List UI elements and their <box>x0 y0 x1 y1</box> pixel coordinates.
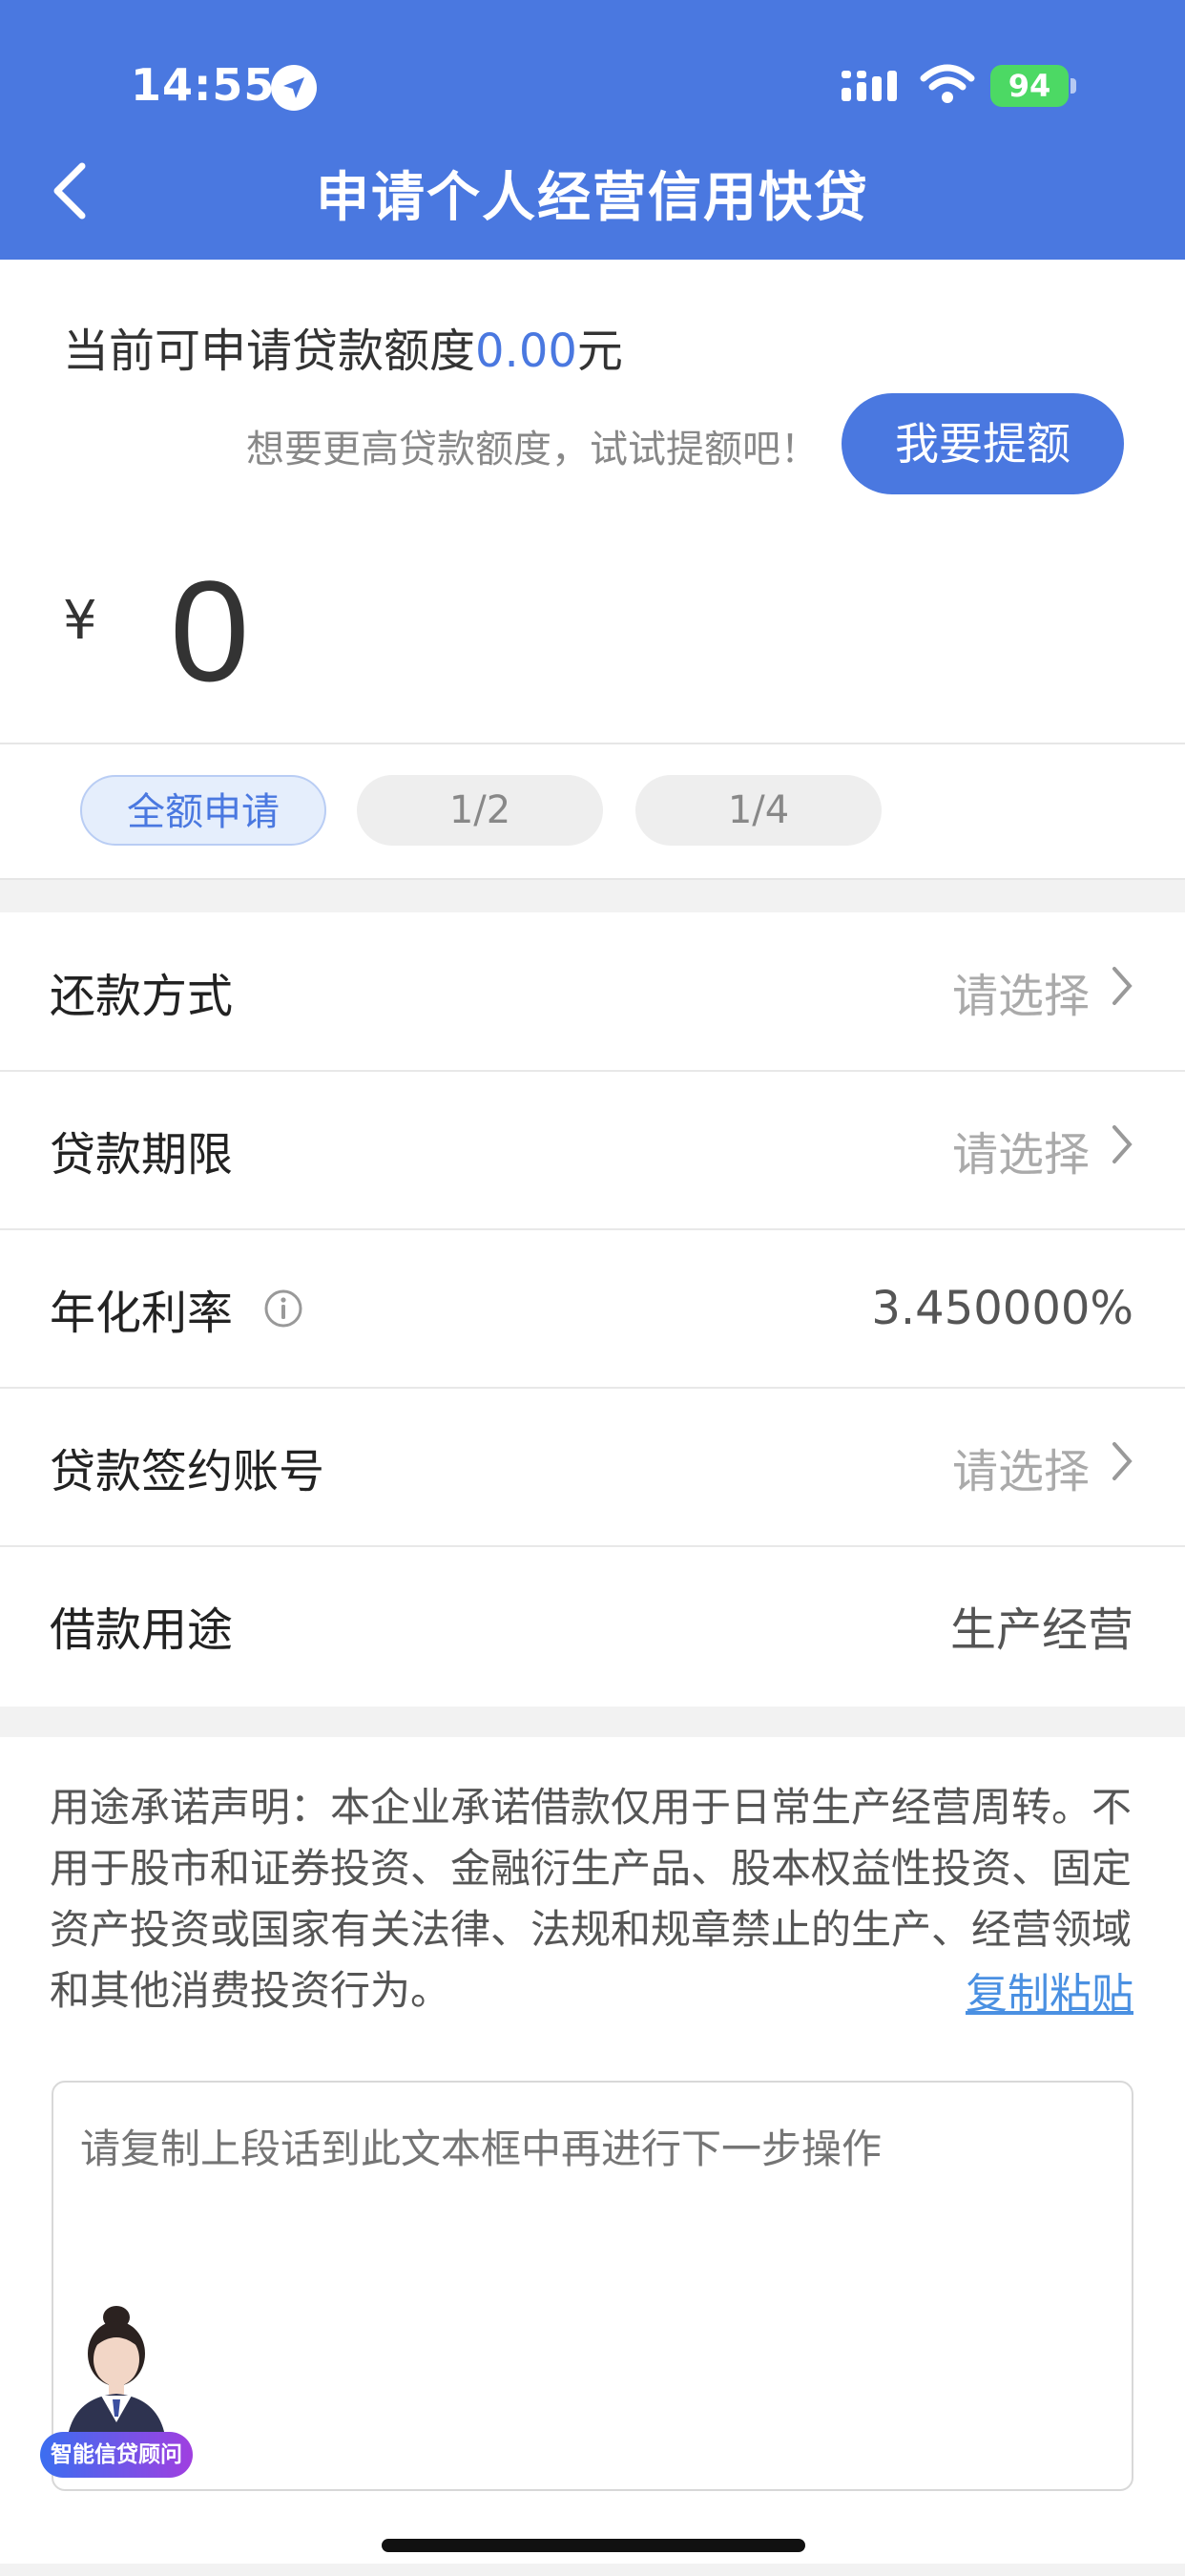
wifi-icon <box>920 63 975 109</box>
quota-amount: 0.00 <box>475 325 577 378</box>
page-title: 申请个人经营信用快贷 <box>316 167 869 229</box>
battery-level: 94 <box>990 65 1069 107</box>
bottom-strip <box>0 2564 1185 2576</box>
chip-quarter[interactable]: 1/4 <box>635 775 882 846</box>
declaration-input[interactable] <box>52 2081 1133 2491</box>
loan-term-label: 贷款期限 <box>50 1128 234 1182</box>
currency-symbol: ¥ <box>63 590 97 652</box>
quota-prefix: 当前可申请贷款额度 <box>63 325 476 378</box>
loan-amount-input[interactable]: 0 <box>170 559 249 702</box>
repayment-method-value: 请选择 <box>952 958 1133 1025</box>
loan-purpose-value: 生产经营 <box>949 1603 1133 1657</box>
cellular-signal-icon <box>842 69 904 111</box>
signing-account-row[interactable]: 贷款签约账号 请选择 <box>0 1388 1185 1546</box>
signing-account-label: 贷款签约账号 <box>50 1445 325 1498</box>
chevron-right-icon <box>1111 965 1133 1018</box>
battery-icon: 94 <box>990 65 1076 107</box>
location-arrow-icon <box>271 65 317 111</box>
quota-unit: 元 <box>576 325 623 378</box>
repayment-method-row[interactable]: 还款方式 请选择 <box>0 912 1185 1071</box>
loan-purpose-label: 借款用途 <box>50 1603 234 1657</box>
home-indicator <box>382 2539 805 2552</box>
annual-rate-row: 年化利率 3.450000% <box>0 1229 1185 1388</box>
chip-full-amount[interactable]: 全额申请 <box>80 775 326 846</box>
annual-rate-value: 3.450000% <box>871 1282 1133 1335</box>
available-quota: 当前可申请贷款额度0.00元 <box>63 313 623 380</box>
signing-account-value: 请选择 <box>952 1434 1133 1500</box>
copy-paste-link[interactable]: 复制粘贴 <box>966 1959 1133 2021</box>
app-header: 14:55 94 申请个人经营信用快贷 <box>0 0 1185 260</box>
loan-term-value: 请选择 <box>952 1117 1133 1183</box>
loan-term-row[interactable]: 贷款期限 请选择 <box>0 1071 1185 1229</box>
annual-rate-label: 年化利率 <box>50 1287 234 1340</box>
section-gap <box>0 878 1185 912</box>
chevron-right-icon <box>1111 1440 1133 1494</box>
loan-purpose-row: 借款用途 生产经营 <box>0 1546 1185 1705</box>
advisor-badge[interactable]: 智能信贷顾问 <box>40 2432 193 2478</box>
info-icon[interactable] <box>263 1288 303 1329</box>
section-gap <box>0 1707 1185 1737</box>
divider <box>0 743 1185 744</box>
raise-hint: 想要更高贷款额度，试试提额吧！ <box>246 428 819 471</box>
raise-limit-button[interactable]: 我要提额 <box>842 393 1124 494</box>
status-time: 14:55 <box>131 59 276 111</box>
repayment-method-label: 还款方式 <box>50 970 234 1023</box>
chevron-right-icon <box>1111 1123 1133 1177</box>
chip-half[interactable]: 1/2 <box>357 775 603 846</box>
